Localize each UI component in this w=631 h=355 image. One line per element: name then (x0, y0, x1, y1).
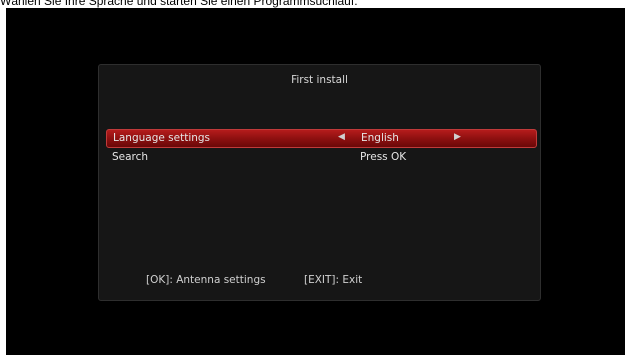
instruction-caption: Wählen Sie Ihre Sprache und starten Sie … (0, 0, 358, 8)
menu-item-label: Language settings (113, 132, 211, 144)
dialog-title: First install (291, 74, 348, 86)
language-value: English (361, 132, 399, 144)
menu-item-label: Search (112, 151, 149, 163)
first-install-dialog: First install Language settings ◀ Englis… (98, 64, 541, 301)
exit-hint: [EXIT]: Exit (304, 274, 363, 286)
menu-item-search[interactable]: Search Press OK (106, 149, 537, 168)
tv-screen: First install Language settings ◀ Englis… (6, 8, 625, 355)
ok-hint: [OK]: Antenna settings (146, 274, 266, 286)
arrow-left-icon[interactable]: ◀ (338, 132, 345, 142)
arrow-right-icon[interactable]: ▶ (454, 132, 461, 142)
menu-item-language-settings[interactable]: Language settings ◀ English ▶ (106, 129, 537, 148)
search-value: Press OK (360, 151, 407, 163)
